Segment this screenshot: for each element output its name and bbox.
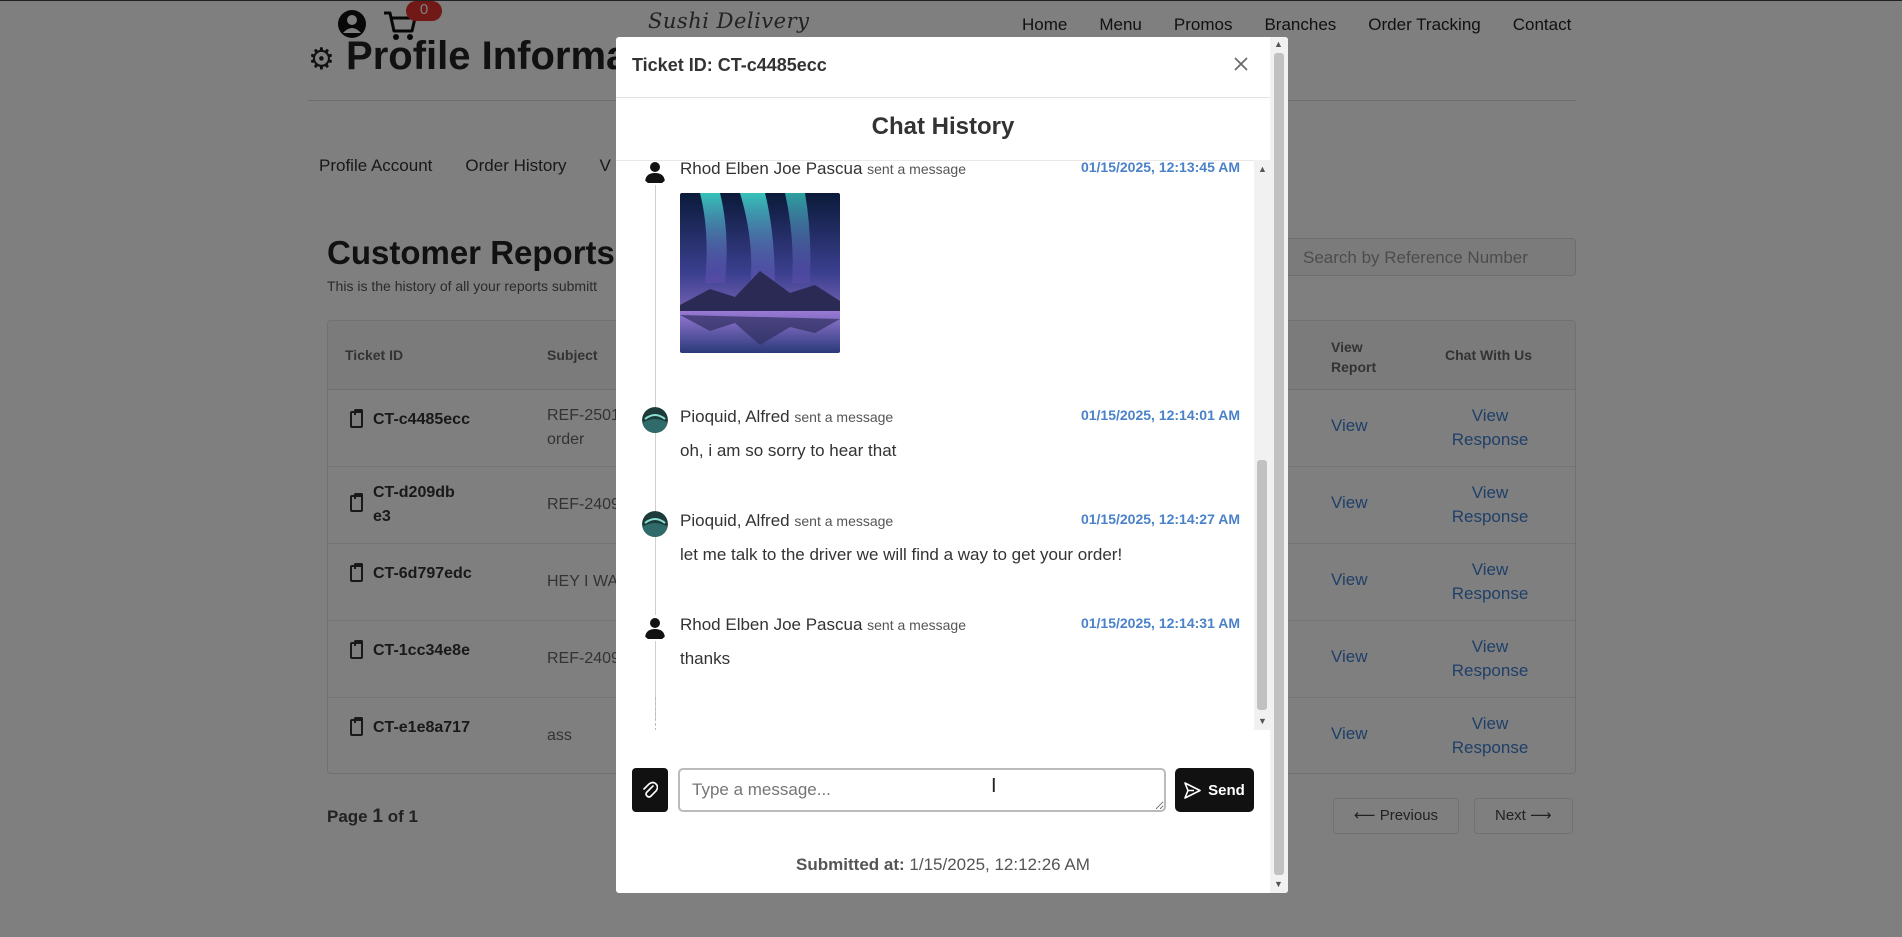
- scroll-up-icon[interactable]: ▲: [1274, 39, 1283, 49]
- message-action: sent a message: [867, 161, 966, 177]
- submitted-at: Submitted at: 1/15/2025, 12:12:26 AM: [616, 855, 1270, 875]
- message-sender: Rhod Elben Joe Pascua: [680, 615, 863, 634]
- message-sender: Pioquid, Alfred: [680, 407, 790, 426]
- ticket-title: Ticket ID: CT-c4485ecc: [632, 55, 827, 75]
- message-sender: Pioquid, Alfred: [680, 511, 790, 530]
- message-sender: Rhod Elben Joe Pascua: [680, 160, 863, 178]
- message-timestamp: 01/15/2025, 12:14:27 AM: [1080, 511, 1240, 527]
- chat-message: Rhod Elben Joe Pascua sent a message 01/…: [642, 160, 1240, 359]
- message-timestamp: 01/15/2025, 12:14:01 AM: [1080, 407, 1240, 423]
- close-icon[interactable]: [1230, 53, 1252, 75]
- chat-scrollbar[interactable]: ▲ ▼: [1254, 160, 1270, 730]
- staff-avatar: [642, 407, 668, 433]
- attach-file-button[interactable]: [632, 768, 668, 812]
- message-action: sent a message: [867, 617, 966, 633]
- modal-scrollbar[interactable]: ▲ ▼: [1270, 37, 1288, 893]
- chat-history-list[interactable]: Rhod Elben Joe Pascua sent a message 01/…: [616, 160, 1270, 730]
- ticket-chat-modal: Ticket ID: CT-c4485ecc Chat History Rhod…: [616, 37, 1288, 893]
- modal-header: Ticket ID: CT-c4485ecc: [616, 37, 1270, 98]
- message-action: sent a message: [794, 513, 894, 529]
- text-cursor-icon: I: [991, 775, 997, 797]
- scroll-down-icon[interactable]: ▼: [1274, 879, 1283, 889]
- message-timestamp: 01/15/2025, 12:14:31 AM: [1080, 615, 1240, 631]
- send-icon: [1184, 781, 1201, 799]
- scroll-up-icon[interactable]: ▲: [1258, 164, 1267, 174]
- modal-scrollbar-thumb[interactable]: [1274, 53, 1284, 875]
- message-composer: Send: [632, 766, 1254, 814]
- send-label: Send: [1208, 781, 1245, 799]
- message-input[interactable]: [678, 768, 1166, 812]
- message-text: thanks: [680, 649, 731, 668]
- timeline-end: [655, 697, 656, 730]
- send-button[interactable]: Send: [1175, 768, 1254, 812]
- chat-history-title: Chat History: [871, 113, 1015, 140]
- scroll-down-icon[interactable]: ▼: [1258, 716, 1267, 726]
- message-text: let me talk to the driver we will find a…: [680, 545, 1123, 564]
- submitted-label: Submitted at:: [796, 855, 905, 874]
- message-timestamp: 01/15/2025, 12:13:45 AM: [1080, 160, 1240, 175]
- message-text: oh, i am so sorry to hear that: [680, 441, 897, 460]
- submitted-value: 1/15/2025, 12:12:26 AM: [909, 855, 1090, 874]
- person-icon: [642, 161, 668, 185]
- chat-message: Pioquid, Alfred sent a message 01/15/202…: [642, 511, 1240, 571]
- chat-scrollbar-thumb[interactable]: [1257, 460, 1267, 710]
- attached-image[interactable]: [680, 193, 840, 353]
- chat-message: Pioquid, Alfred sent a message 01/15/202…: [642, 407, 1240, 467]
- person-icon: [642, 615, 668, 641]
- paperclip-icon: [643, 781, 658, 798]
- message-action: sent a message: [794, 409, 894, 425]
- chat-message: Rhod Elben Joe Pascua sent a message 01/…: [642, 615, 1240, 675]
- staff-avatar: [642, 511, 668, 537]
